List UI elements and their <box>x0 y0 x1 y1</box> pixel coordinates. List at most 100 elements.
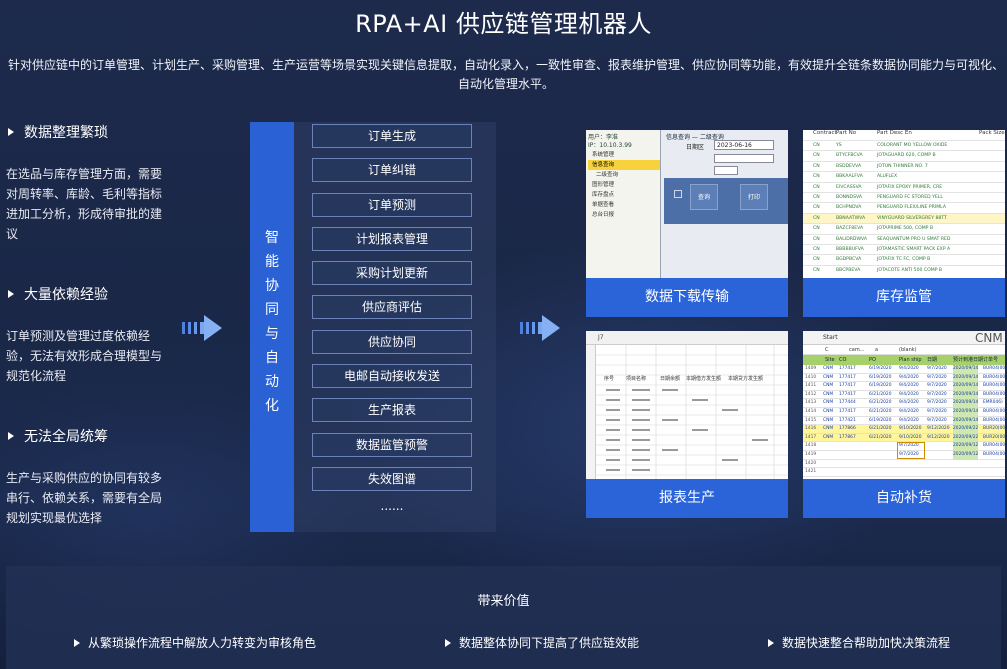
card-report: J7 序号 项目名称 日期余额 本期借方发生额 本期贷方发生额 报表生产 <box>586 331 788 518</box>
card-caption: 报表生产 <box>586 479 788 518</box>
print-button[interactable]: 打印 <box>740 184 768 210</box>
value-item: 数据快速整合帮助加快决策流程 <box>768 634 950 651</box>
inv-header-part-desc: Part Desc En <box>877 130 912 136</box>
nav-item[interactable]: 库存盘点 <box>588 190 660 200</box>
replenish-cell: 1413 <box>805 400 817 406</box>
replenish-cell: 2020/09/14 <box>953 365 979 374</box>
replenish-cell: CNM <box>823 417 834 423</box>
pain-point-title: 大量依赖经验 <box>24 287 108 303</box>
selected-cell-outline <box>897 442 925 460</box>
replenish-cell: 1409 <box>805 366 817 371</box>
value-item-text: 从繁琐操作流程中解放人力转变为审核角色 <box>88 636 317 650</box>
replenish-screenshot: Start CNM C cam... a (blank) Site CO PO … <box>803 331 1005 479</box>
function-item: 订单纠错 <box>312 158 472 183</box>
replenish-cell: 1411 <box>805 383 817 389</box>
date-input[interactable]: 2023-06-16 <box>714 140 774 150</box>
sheet-tab[interactable]: Start <box>823 334 838 341</box>
replenish-cell: BUR04(000 <box>983 409 1005 414</box>
nav-item[interactable]: 单据查看 <box>588 200 660 210</box>
card-caption: 数据下载传输 <box>586 278 788 317</box>
nav-item[interactable]: 总台日报 <box>588 210 660 220</box>
function-more: ...... <box>380 499 404 514</box>
date-label: 日期区 <box>686 144 705 151</box>
replenish-cell: 6/21/2020 <box>869 391 892 397</box>
checkbox[interactable] <box>674 190 682 198</box>
function-item: 供应协同 <box>312 329 472 354</box>
nav-item[interactable]: 二级查询 <box>588 170 660 180</box>
inventory-row: CN BBBBBUFVA JOTAMASTIC SMART PACK EXP A <box>803 244 1005 254</box>
inventory-row: CN BSDDEVVA JOTUN THINNER NO. 7 <box>803 160 1005 171</box>
replenish-row: 1411 CNM 177417 6/19/2020 9/4/2020 9/7/2020 20… <box>803 382 1005 391</box>
replenish-row: 1410 CNM 177417 6/19/2020 9/4/2020 9/7/2020 20… <box>803 373 1005 383</box>
double-chevron-right-icon <box>520 315 560 341</box>
replenish-cell: 6/19/2020 <box>869 417 892 423</box>
inventory-screenshot: Contract Part No Part Desc En Pack Size … <box>803 130 1005 278</box>
replenish-cell: CNM <box>823 400 834 406</box>
filter-value: C <box>825 347 829 353</box>
pain-point-text: 订单预测及管理过度依赖经验，无法有效形成合理模型与规范化流程 <box>6 329 163 383</box>
replenish-row: 1420 <box>803 459 1005 469</box>
replenish-cell: 2020/09/14 <box>953 408 979 417</box>
report-grid <box>596 345 788 479</box>
replenish-cell: 2020/09/12 <box>953 442 979 451</box>
replenish-cell: BUR04(000 <box>983 452 1005 457</box>
inventory-cell: JOTACOTE ANTI 500 COMP B <box>877 267 943 273</box>
value-panel <box>6 566 1001 669</box>
inventory-row: CN BCHPNDVA PENGUARD FLEX/LINE PRIMLA <box>803 202 1005 212</box>
filter-value: (blank) <box>899 347 917 353</box>
replenish-cell: 2020/09/14 <box>953 416 979 426</box>
replenish-row: 1417 CNM 177867 6/21/2020 9/10/2020 9/12/2020… <box>803 433 1005 443</box>
inventory-row: CN BBKAALFVA ALUFLEX <box>803 171 1005 181</box>
replenish-cell: 1412 <box>805 391 817 397</box>
inventory-row: CN BAZCF8EVA JOTAPRIME 500, COMP B <box>803 223 1005 233</box>
replenish-row: 1415 CNM 177421 6/19/2020 9/4/2020 9/7/2020 20… <box>803 416 1005 426</box>
triangle-bullet-icon <box>74 638 80 647</box>
cell-reference: J7 <box>598 334 604 341</box>
nav-item[interactable]: 图形管理 <box>588 180 660 190</box>
function-item: 数据监管预警 <box>312 432 472 457</box>
rep-header: 预计到港日期 <box>953 357 984 363</box>
replenish-cell: CNM <box>823 374 834 380</box>
value-item-text: 数据整体协同下提高了供应链效能 <box>459 636 640 650</box>
inventory-row: CN BBNAATWVA VINYGUARD SILVERGREY 88TT <box>803 212 1005 223</box>
field-select[interactable] <box>714 166 738 175</box>
function-item: 失效图谱 <box>312 466 472 491</box>
replenish-cell: 9/12/2020 <box>927 426 950 432</box>
replenish-cell: 1410 <box>805 374 817 380</box>
replenish-cell: 9/10/2020 <box>899 434 922 440</box>
replenish-cell: 177417 <box>839 383 856 389</box>
replenish-cell: 9/4/2020 <box>899 417 919 423</box>
replenish-cell: 9/7/2020 <box>927 400 947 406</box>
function-item: 供应商评估 <box>312 295 472 320</box>
function-item: 生产报表 <box>312 398 472 423</box>
nav-item[interactable]: 系统管理 <box>588 150 660 160</box>
replenish-cell: 9/10/2020 <box>899 426 922 432</box>
inv-header-part-no: Part No <box>836 130 857 136</box>
function-list: 订单生成 订单纠错 订单预测 计划报表管理 采购计划更新 供应商评估 供应协同 … <box>312 124 472 513</box>
nav-item-selected[interactable]: 信息查询 <box>588 160 660 170</box>
replenish-cell: 6/19/2020 <box>869 366 892 371</box>
replenish-row: 1421 <box>803 468 1005 477</box>
double-chevron-right-icon <box>182 315 222 341</box>
function-item: 订单生成 <box>312 124 472 148</box>
replenish-cell: 9/7/2020 <box>927 383 947 389</box>
field-input[interactable] <box>714 154 774 163</box>
card-inventory: Contract Part No Part Desc En Pack Size … <box>803 130 1005 317</box>
replenish-cell: BUR04(000 <box>983 417 1005 423</box>
replenish-cell: CNM <box>823 409 834 414</box>
replenish-cell: 1419 <box>805 452 817 457</box>
replenish-cell: 177417 <box>839 374 856 380</box>
inventory-row: CN BTYCFBCVA JOTAGUARD 620, COMP B <box>803 150 1005 160</box>
replenish-cell: BUR20(000 <box>983 434 1005 440</box>
triangle-bullet-icon <box>8 290 14 298</box>
query-button[interactable]: 查询 <box>690 184 718 210</box>
form-title: 信息查询 — 二级查询 <box>666 134 724 141</box>
function-item: 采购计划更新 <box>312 261 472 286</box>
rep-header: Site <box>825 357 835 363</box>
ip-label: IP：10.10.3.99 <box>588 142 632 149</box>
replenish-cell: 9/7/2020 <box>927 374 947 380</box>
replenish-cell: 2020/09/14 <box>953 399 979 408</box>
replenish-row: 1412 CNM 177417 6/21/2020 9/4/2020 9/7/2020 20… <box>803 390 1005 400</box>
replenish-cell: BUR04(000 <box>983 366 1005 371</box>
triangle-bullet-icon <box>8 432 14 440</box>
